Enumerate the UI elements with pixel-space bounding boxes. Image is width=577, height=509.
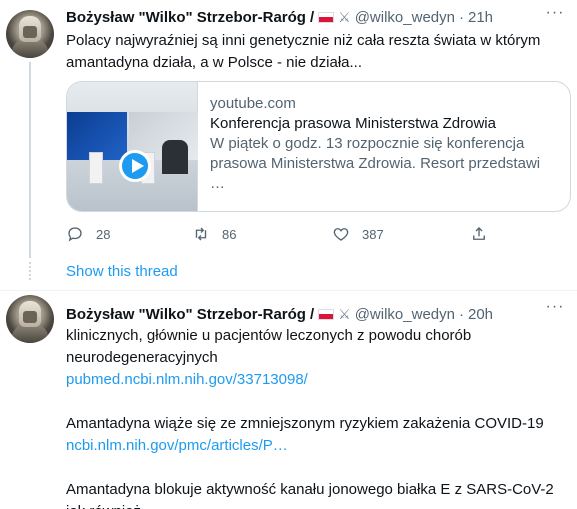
reply-count: 28 <box>96 226 111 242</box>
like-count: 387 <box>362 226 384 242</box>
crossed-swords-icon: ⚔ <box>338 8 351 25</box>
name-separator: / <box>309 305 315 323</box>
tweet-timestamp[interactable]: 20h <box>468 306 493 323</box>
show-thread-link[interactable]: Show this thread <box>66 262 178 282</box>
tweet-text: klinicznych, głównie u pacjentów leczony… <box>66 325 556 509</box>
tweet[interactable]: Bożysław "Wilko" Strzebor-Raróg / ⚔ @wil… <box>0 290 577 509</box>
reply-button[interactable]: 28 <box>66 223 110 245</box>
play-icon[interactable] <box>119 150 151 182</box>
more-options-icon[interactable]: ··· <box>545 5 565 26</box>
share-icon <box>473 227 485 240</box>
card-domain: youtube.com <box>210 95 296 112</box>
thread-connector-line <box>29 62 31 258</box>
tweet[interactable]: Bożysław "Wilko" Strzebor-Raróg / ⚔ @wil… <box>0 0 577 280</box>
card-description: W piątek o godz. 13 rozpocznie się konfe… <box>210 135 541 192</box>
author-name[interactable]: Bożysław "Wilko" Strzebor-Raróg <box>66 306 306 323</box>
card-title: Konferencja prasowa Ministerstwa Zdrowia <box>210 115 496 132</box>
video-thumbnail[interactable] <box>67 82 198 211</box>
polish-flag-icon <box>318 308 335 320</box>
author-handle[interactable]: @wilko_wedyn <box>355 9 455 26</box>
tweet-header: Bożysław "Wilko" Strzebor-Raróg / ⚔ @wil… <box>66 304 493 324</box>
tweet-actions: 28 86 387 <box>66 223 496 245</box>
tweet-link[interactable]: pubmed.ncbi.nlm.nih.gov/33713098/ <box>66 369 556 391</box>
tweet-text-line: klinicznych, głównie u pacjentów leczony… <box>66 327 472 366</box>
avatar[interactable] <box>6 295 54 343</box>
share-button[interactable] <box>470 223 488 245</box>
tweet-link[interactable]: ncbi.nlm.nih.gov/pmc/articles/P… <box>66 435 556 457</box>
retweet-button[interactable]: 86 <box>192 223 236 245</box>
crossed-swords-icon: ⚔ <box>338 305 351 322</box>
tweet-text: Polacy najwyraźniej są inni genetycznie … <box>66 32 541 71</box>
heart-icon <box>333 228 349 241</box>
polish-flag-icon <box>318 11 335 23</box>
tweet-text-line: Amantadyna blokuje aktywność kanału jono… <box>66 481 554 509</box>
like-button[interactable]: 387 <box>332 223 384 245</box>
name-separator: / <box>309 8 315 26</box>
dot-separator: · <box>458 305 464 323</box>
tweet-header: Bożysław "Wilko" Strzebor-Raróg / ⚔ @wil… <box>66 7 493 27</box>
thread-dots <box>29 262 31 282</box>
retweet-icon <box>195 227 207 241</box>
tweet-text-line: Amantadyna wiąże się ze zmniejszonym ryz… <box>66 415 544 432</box>
dot-separator: · <box>458 8 464 26</box>
author-handle[interactable]: @wilko_wedyn <box>355 306 455 323</box>
reply-icon <box>68 227 82 242</box>
link-preview-card[interactable]: youtube.com Konferencja prasowa Minister… <box>66 81 571 212</box>
avatar[interactable] <box>6 10 54 58</box>
retweet-count: 86 <box>222 226 237 242</box>
more-options-icon[interactable]: ··· <box>545 299 565 320</box>
tweet-timestamp[interactable]: 21h <box>468 9 493 26</box>
author-name[interactable]: Bożysław "Wilko" Strzebor-Raróg <box>66 9 306 26</box>
